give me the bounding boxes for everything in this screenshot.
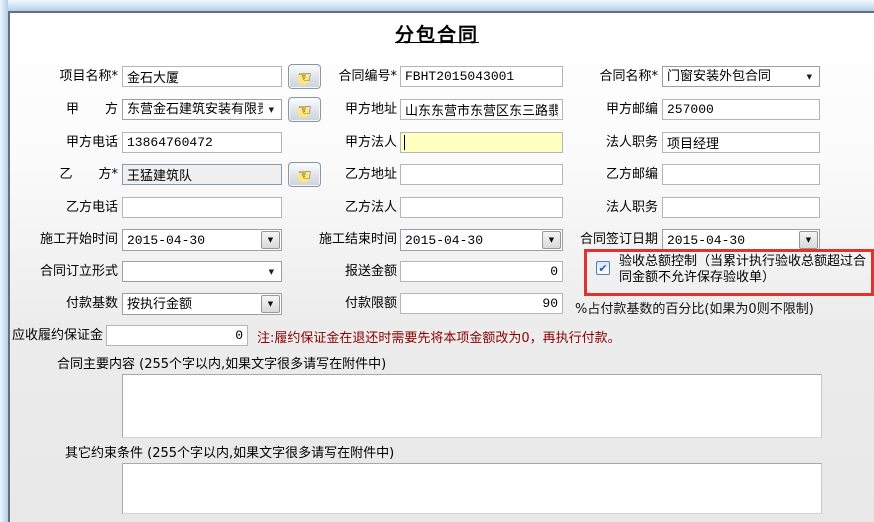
window-frame-top [0, 0, 874, 11]
sign-date-picker[interactable]: 2015-04-30 ▼ [662, 229, 820, 251]
party-a-zip-input[interactable] [662, 99, 820, 120]
label-contract-name: 合同名称* [599, 69, 658, 85]
label-main-content: 合同主要内容 (255个字以内,如果文字很多请写在附件中) [57, 357, 386, 373]
label-other-terms: 其它约束条件 (255个字以内,如果文字很多请写在附件中) [65, 446, 394, 462]
label-deposit: 应收履约保证金 [12, 328, 103, 344]
project-lookup-button[interactable]: ☜ [288, 64, 321, 89]
contract-name-select[interactable]: 门窗安装外包合同 ▼ [662, 66, 820, 87]
combo-dropdown-button[interactable]: ▼ [261, 295, 280, 313]
label-legal-title-a: 法人职务 [606, 135, 658, 151]
project-name-input[interactable] [122, 66, 282, 87]
label-party-b-zip: 乙方邮编 [606, 167, 658, 183]
legal-title-a-input[interactable] [662, 132, 820, 153]
window-frame-left [0, 0, 8, 522]
main-content-textarea[interactable] [122, 374, 822, 438]
label-report-amount: 报送金额 [345, 264, 397, 280]
payment-limit-note: %占付款基数的百分比(如果为0则不限制) [575, 298, 814, 317]
start-date-picker[interactable]: 2015-04-30 ▼ [122, 229, 282, 251]
party-a-lookup-button[interactable]: ☜ [288, 97, 321, 122]
hand-pointer-icon: ☜ [297, 102, 311, 118]
subcontract-form-window: 分包合同 项目名称* ☜ 合同编号* 合同名称* 门窗安装外包合同 ▼ 甲 方 … [0, 0, 874, 522]
label-project-name: 项目名称* [59, 69, 118, 85]
hand-pointer-icon: ☜ [297, 167, 311, 183]
party-b-zip-input[interactable] [662, 164, 820, 185]
payment-base-value: 按执行金额 [127, 297, 259, 313]
deposit-note: 注:履约保证金在退还时需要先将本项金额改为0，再执行付款。 [257, 327, 621, 346]
party-a-select[interactable]: 东营金石建筑安装有限责任 ▼ [122, 99, 282, 120]
party-b-input[interactable] [122, 164, 282, 185]
end-date-picker[interactable]: 2015-04-30 ▼ [400, 229, 563, 251]
contract-name-value: 门窗安装外包合同 [667, 69, 801, 85]
date-dropdown-button[interactable]: ▼ [542, 231, 561, 249]
check-icon: ✔ [598, 263, 607, 274]
label-party-a-legal: 甲方法人 [345, 135, 397, 151]
party-b-address-input[interactable] [400, 164, 563, 185]
hand-pointer-icon: ☜ [297, 69, 311, 85]
chevron-down-icon: ▼ [549, 237, 554, 244]
label-contract-no: 合同编号* [338, 69, 397, 85]
chevron-down-icon: ▼ [269, 106, 274, 114]
chevron-down-icon: ▼ [806, 237, 811, 244]
page-title: 分包合同 [11, 20, 863, 47]
label-party-a-address: 甲方地址 [345, 102, 397, 118]
other-terms-textarea[interactable] [122, 463, 822, 514]
chevron-down-icon: ▼ [269, 268, 274, 276]
label-sign-date: 合同签订日期 [580, 232, 658, 248]
sign-date-value: 2015-04-30 [667, 233, 797, 249]
payment-base-select[interactable]: 按执行金额 ▼ [122, 293, 282, 315]
text-cursor [404, 135, 405, 150]
legal-title-b-input[interactable] [662, 197, 820, 218]
party-a-address-input[interactable] [400, 99, 563, 120]
label-party-b-legal: 乙方法人 [345, 200, 397, 216]
label-contract-form: 合同订立形式 [40, 264, 118, 280]
label-start-date: 施工开始时间 [40, 232, 118, 248]
label-legal-title-b: 法人职务 [606, 200, 658, 216]
acceptance-total-label: 验收总额控制（当累计执行验收总额超过合同金额不允许保存验收单） [619, 254, 867, 286]
party-b-legal-input[interactable] [400, 197, 563, 218]
label-end-date: 施工结束时间 [319, 232, 397, 248]
payment-limit-input[interactable] [400, 293, 563, 314]
chevron-down-icon: ▼ [268, 301, 273, 308]
end-date-value: 2015-04-30 [405, 233, 540, 249]
party-a-phone-input[interactable] [122, 132, 282, 153]
date-dropdown-button[interactable]: ▼ [799, 231, 818, 249]
contract-form-select[interactable]: ▼ [122, 261, 282, 282]
label-party-b-phone: 乙方电话 [66, 200, 118, 216]
label-party-b-address: 乙方地址 [345, 167, 397, 183]
report-amount-input[interactable] [400, 261, 563, 282]
party-b-lookup-button[interactable]: ☜ [288, 162, 321, 187]
label-party-a: 甲 方 [66, 102, 118, 118]
label-payment-limit: 付款限额 [345, 296, 397, 312]
label-party-a-zip: 甲方邮编 [606, 102, 658, 118]
label-party-a-phone: 甲方电话 [66, 135, 118, 151]
party-a-value: 东营金石建筑安装有限责任 [127, 102, 263, 118]
label-party-b: 乙 方* [59, 167, 118, 183]
chevron-down-icon: ▼ [807, 73, 812, 81]
date-dropdown-button[interactable]: ▼ [261, 231, 280, 249]
label-payment-base: 付款基数 [66, 296, 118, 312]
party-b-phone-input[interactable] [122, 197, 282, 218]
acceptance-total-checkbox[interactable]: ✔ [596, 261, 610, 275]
start-date-value: 2015-04-30 [127, 233, 259, 249]
deposit-input[interactable] [106, 325, 248, 346]
party-a-legal-input[interactable] [400, 132, 563, 153]
contract-no-input[interactable] [400, 66, 563, 87]
chevron-down-icon: ▼ [268, 237, 273, 244]
